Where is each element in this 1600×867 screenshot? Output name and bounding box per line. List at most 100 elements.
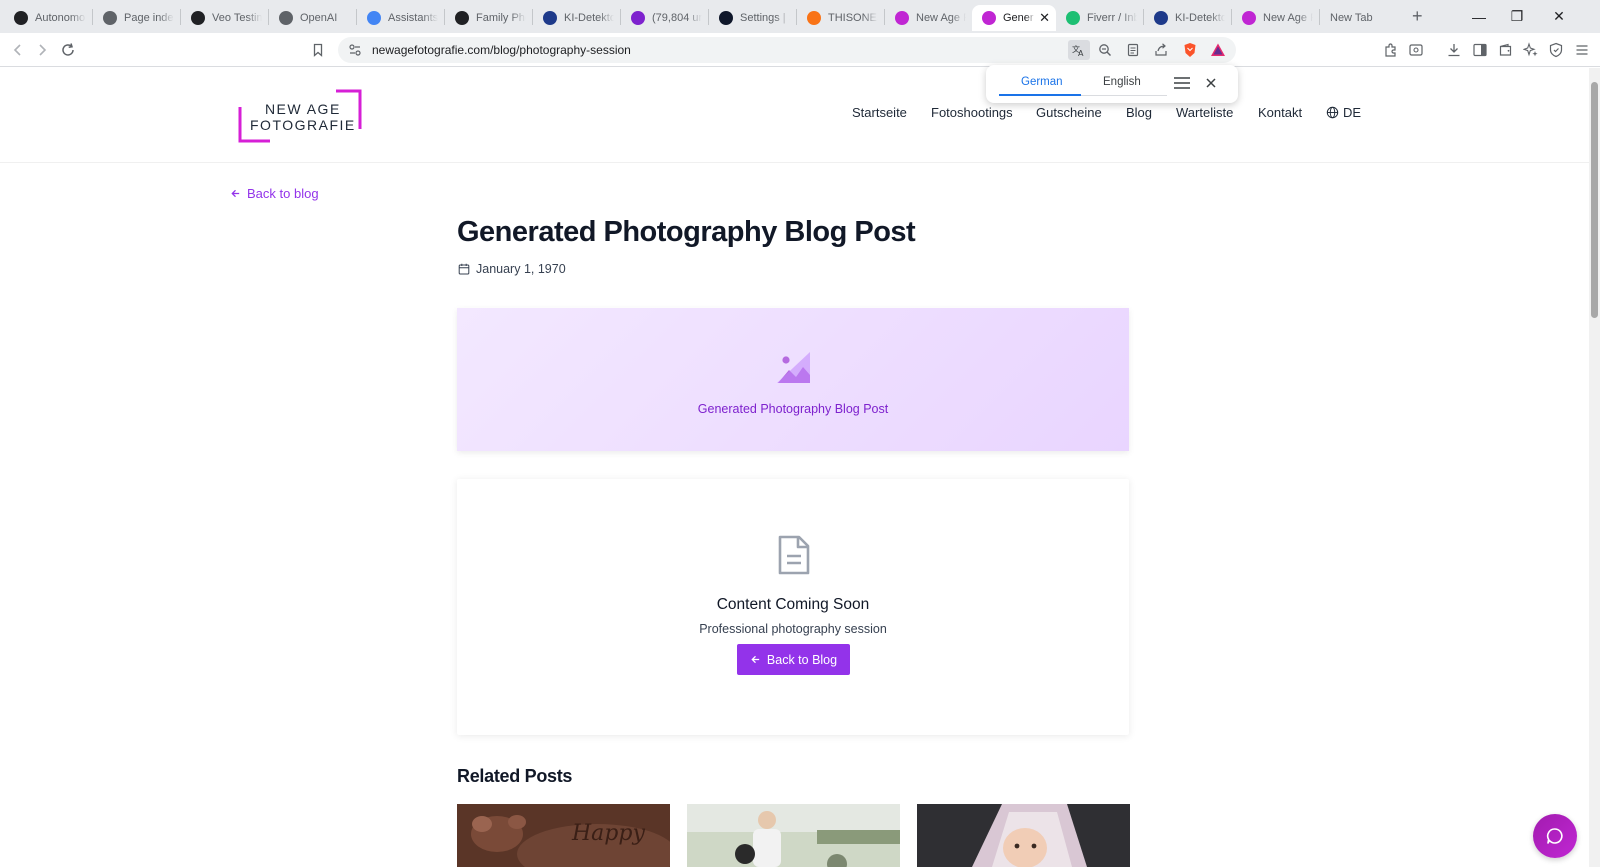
translate-tab-english[interactable]: English bbox=[1103, 76, 1141, 88]
translate-options-icon[interactable] bbox=[1173, 75, 1191, 96]
chat-icon bbox=[1546, 828, 1563, 844]
share-icon[interactable] bbox=[1152, 41, 1170, 59]
back-button-label: Back to Blog bbox=[766, 652, 838, 667]
address-bar[interactable]: newagefotografie.com/blog/photography-se… bbox=[338, 37, 1236, 63]
logo-line-2: FOTOGRAFIE bbox=[250, 117, 356, 133]
page-scrollbar[interactable] bbox=[1589, 68, 1600, 867]
browser-tab[interactable]: New Age F bbox=[885, 5, 972, 31]
tab-favicon-icon bbox=[631, 10, 645, 25]
url-text[interactable]: newagefotografie.com/blog/photography-se… bbox=[372, 43, 631, 57]
tab-favicon-icon bbox=[807, 10, 821, 25]
browser-tab[interactable]: Fiverr / Inb bbox=[1056, 5, 1143, 31]
nav-warteliste[interactable]: Warteliste bbox=[1176, 105, 1233, 120]
wallet-icon[interactable] bbox=[1497, 41, 1515, 59]
tab-title: New Age F bbox=[1263, 11, 1313, 24]
new-tab-icon[interactable]: + bbox=[1412, 6, 1423, 27]
browser-tab[interactable]: OpenAI bbox=[269, 5, 356, 31]
content-subtitle: Professional photography session bbox=[699, 622, 887, 636]
tab-favicon-icon bbox=[367, 10, 381, 25]
browser-tab[interactable]: (79,804 un bbox=[621, 5, 708, 31]
tab-title: Fiverr / Inb bbox=[1087, 11, 1137, 24]
back-to-blog-button[interactable]: Back to Blog bbox=[737, 644, 850, 675]
restore-button[interactable]: ❐ bbox=[1498, 0, 1536, 33]
related-posts-heading: Related Posts bbox=[457, 766, 573, 786]
browser-tab[interactable]: New Age F bbox=[1232, 5, 1319, 31]
tab-title: Family Pho bbox=[476, 11, 526, 24]
forward-icon[interactable] bbox=[30, 38, 54, 62]
back-icon[interactable] bbox=[6, 38, 30, 62]
nav-gutscheine[interactable]: Gutscheine bbox=[1036, 105, 1102, 120]
menu-icon[interactable] bbox=[1573, 41, 1591, 59]
brave-shield-icon[interactable] bbox=[1181, 41, 1199, 59]
logo-text: NEW AGE FOTOGRAFIE bbox=[250, 101, 356, 133]
language-code: DE bbox=[1343, 105, 1362, 120]
sidebar-icon[interactable] bbox=[1471, 41, 1489, 59]
minimize-button[interactable]: — bbox=[1460, 0, 1498, 33]
leo-ai-icon[interactable] bbox=[1522, 41, 1540, 59]
browser-tab[interactable]: KI-Detekto bbox=[1144, 5, 1231, 31]
reload-icon[interactable] bbox=[56, 38, 80, 62]
navigation-bar: newagefotografie.com/blog/photography-se… bbox=[0, 33, 1600, 67]
tab-favicon-icon bbox=[543, 10, 557, 25]
site-info-icon[interactable] bbox=[348, 43, 362, 57]
brave-rewards-icon[interactable] bbox=[1209, 41, 1227, 59]
browser-tab[interactable]: Page index bbox=[93, 5, 180, 31]
logo-line-1: NEW AGE bbox=[264, 101, 341, 117]
download-icon[interactable] bbox=[1445, 41, 1463, 59]
related-post-thumbnail[interactable] bbox=[687, 804, 900, 867]
related-post-thumbnail[interactable]: Happy bbox=[457, 804, 670, 867]
browser-tab[interactable]: Settings | S bbox=[709, 5, 796, 31]
nav-kontakt[interactable]: Kontakt bbox=[1258, 105, 1302, 120]
translate-active-indicator bbox=[999, 94, 1081, 96]
translate-popup: German English bbox=[986, 65, 1238, 103]
document-icon bbox=[778, 535, 810, 575]
zoom-icon[interactable] bbox=[1096, 41, 1114, 59]
tab-title: Assistants bbox=[388, 11, 438, 24]
close-window-button[interactable]: ✕ bbox=[1540, 0, 1578, 33]
close-tab-icon[interactable]: ✕ bbox=[1039, 10, 1050, 26]
tab-favicon-icon bbox=[1154, 10, 1168, 25]
site-logo[interactable]: NEW AGE FOTOGRAFIE bbox=[238, 89, 362, 143]
translate-tab-german[interactable]: German bbox=[1021, 76, 1063, 88]
browser-tab[interactable]: Autonomo bbox=[4, 5, 92, 31]
browser-tab[interactable]: Assistants bbox=[357, 5, 444, 31]
svg-text:Happy: Happy bbox=[571, 821, 645, 846]
tab-title: (79,804 un bbox=[652, 11, 702, 24]
translate-icon[interactable]: 文A bbox=[1068, 40, 1090, 60]
browser-tab[interactable]: New Tab bbox=[1320, 5, 1394, 31]
browser-tab[interactable]: Veo Testim bbox=[181, 5, 268, 31]
tab-title: KI-Detekto bbox=[564, 11, 614, 24]
bookmark-icon[interactable] bbox=[306, 38, 330, 62]
globe-icon bbox=[1326, 106, 1339, 119]
browser-tab[interactable]: Gener ✕ bbox=[972, 4, 1056, 31]
tab-favicon-icon bbox=[455, 10, 469, 25]
nav-fotoshootings[interactable]: Fotoshootings bbox=[931, 105, 1013, 120]
browser-tab[interactable]: KI-Detekto bbox=[533, 5, 620, 31]
content-coming-soon-title: Content Coming Soon bbox=[716, 596, 870, 613]
vpn-icon[interactable] bbox=[1547, 41, 1565, 59]
nav-startseite[interactable]: Startseite bbox=[852, 105, 907, 120]
svg-text:A: A bbox=[1078, 49, 1084, 57]
image-icon bbox=[777, 352, 810, 383]
tab-title: KI-Detekto bbox=[1175, 11, 1225, 24]
scrollbar-thumb[interactable] bbox=[1591, 82, 1598, 318]
browser-tab[interactable]: THISONES bbox=[797, 5, 884, 31]
close-icon[interactable] bbox=[1205, 76, 1217, 94]
back-to-blog-link[interactable]: Back to blog bbox=[230, 186, 319, 201]
extensions-icon[interactable] bbox=[1382, 41, 1400, 59]
tab-favicon-icon bbox=[895, 10, 909, 25]
reader-mode-icon[interactable] bbox=[1124, 41, 1142, 59]
language-switcher[interactable]: DE bbox=[1326, 105, 1361, 120]
tab-strip: Autonomo Page index Veo Testim OpenAI Assist… bbox=[0, 0, 1600, 33]
browser-tab[interactable]: Family Pho bbox=[445, 5, 532, 31]
tab-favicon-icon bbox=[1066, 10, 1080, 25]
chat-widget-button[interactable] bbox=[1533, 814, 1577, 858]
tab-favicon-icon bbox=[191, 10, 205, 25]
arrow-left-icon bbox=[751, 655, 760, 664]
nav-blog[interactable]: Blog bbox=[1126, 105, 1152, 120]
tab-title: Autonomo bbox=[35, 11, 86, 24]
tab-favicon-icon bbox=[719, 10, 733, 25]
related-post-thumbnail[interactable] bbox=[917, 804, 1130, 867]
tab-favicon-icon bbox=[14, 10, 28, 25]
wallet-tab-icon[interactable] bbox=[1407, 41, 1425, 59]
